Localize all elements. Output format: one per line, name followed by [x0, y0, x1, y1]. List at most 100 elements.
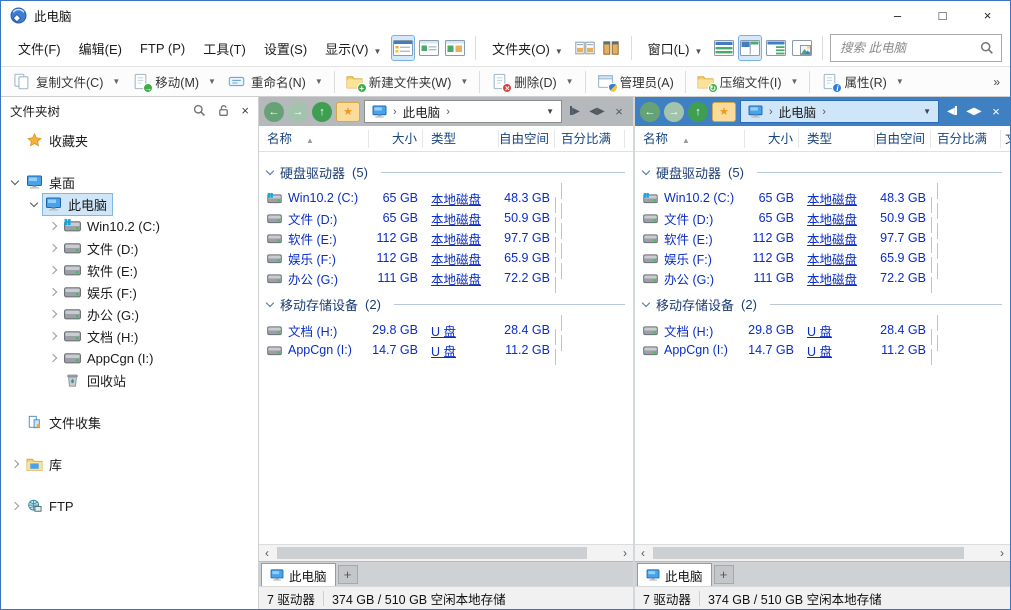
toolbar-window-shield-button[interactable]: 管理员(A) — [591, 69, 680, 94]
view-list-button[interactable] — [391, 35, 415, 61]
toolbar-page-info-button[interactable]: i 属性(R)▼ — [815, 69, 909, 94]
chevron-right-icon[interactable] — [11, 502, 19, 510]
menu-item-3[interactable]: 工具(T) — [194, 34, 255, 63]
tree-item-文件收集[interactable]: 文件收集 — [1, 411, 258, 433]
layout-list-button[interactable] — [764, 35, 788, 61]
chevron-right-icon[interactable] — [49, 222, 57, 230]
tree-pin-icon[interactable] — [217, 104, 230, 117]
menu-window[interactable]: 窗口(L)▼ — [639, 34, 712, 63]
tree-search-icon[interactable] — [193, 104, 206, 117]
tree-item-FTP[interactable]: FTP — [1, 495, 258, 517]
chevron-right-icon[interactable] — [49, 266, 57, 274]
scroll-right-icon[interactable]: › — [994, 546, 1010, 561]
group-header[interactable]: 移动存储设备 (2) — [635, 292, 1010, 316]
pane-activate-icon[interactable]: ◀ — [943, 106, 961, 117]
group-header[interactable]: 硬盘驱动器 (5) — [635, 160, 1010, 184]
minimize-button[interactable]: – — [875, 1, 920, 30]
menu-folder[interactable]: 文件夹(O)▼ — [483, 34, 572, 63]
chevron-right-icon[interactable] — [49, 288, 57, 296]
back-button[interactable]: ← — [640, 102, 660, 122]
up-button[interactable]: ↑ — [688, 102, 708, 122]
breadcrumb-location[interactable]: 此电脑 — [403, 102, 441, 121]
column-name[interactable]: 名称▲ — [259, 130, 369, 148]
chevron-right-icon[interactable] — [49, 332, 57, 340]
chevron-right-icon[interactable] — [49, 354, 57, 362]
menu-item-4[interactable]: 设置(S) — [255, 34, 316, 63]
column-size[interactable]: 大小 — [745, 130, 799, 148]
horizontal-scrollbar[interactable]: ‹ › — [259, 544, 633, 561]
tree-item-AppCgn (I:)[interactable]: AppCgn (I:) — [1, 347, 258, 369]
pane-swap-icon[interactable]: ◀▶ — [588, 106, 606, 117]
chevron-right-icon[interactable] — [11, 460, 19, 468]
new-tab-button[interactable]: + — [338, 565, 358, 584]
tab-this-pc[interactable]: 此电脑 — [637, 563, 712, 586]
scroll-right-icon[interactable]: › — [617, 546, 633, 561]
drive-row[interactable]: 文档 (H:) 29.8 GB U 盘 28.4 GB — [635, 316, 1010, 336]
layout-picture-button[interactable] — [790, 35, 814, 61]
pane-swap-icon[interactable]: ◀▶ — [965, 106, 983, 117]
tree-item-办公 (G:)[interactable]: 办公 (G:) — [1, 303, 258, 325]
toolbar-overflow-icon[interactable]: » — [993, 75, 1004, 89]
breadcrumb-dropdown-icon[interactable]: ▼ — [546, 107, 554, 116]
column-free[interactable]: 自由空间 — [875, 130, 931, 148]
tree-item-文档 (H:)[interactable]: 文档 (H:) — [1, 325, 258, 347]
column-free[interactable]: 自由空间 — [499, 130, 555, 148]
breadcrumb-location[interactable]: 此电脑 — [779, 102, 817, 121]
favorites-button[interactable]: ★ — [712, 102, 736, 122]
tree-item-此电脑[interactable]: 此电脑 — [1, 193, 258, 215]
layout-rows-button[interactable] — [712, 35, 736, 61]
pane-activate-icon[interactable]: ▶ — [566, 106, 584, 117]
tree-close-icon[interactable]: × — [241, 104, 249, 117]
menu-item-0[interactable]: 文件(F) — [9, 34, 70, 63]
chevron-down-icon[interactable] — [11, 176, 19, 184]
back-button[interactable]: ← — [264, 102, 284, 122]
column-name[interactable]: 名称▲ — [635, 130, 745, 148]
breadcrumb-dropdown-icon[interactable]: ▼ — [923, 107, 931, 116]
column-size[interactable]: 大小 — [369, 130, 423, 148]
tree-item-文件 (D:)[interactable]: 文件 (D:) — [1, 237, 258, 259]
view-tiles-button[interactable] — [443, 35, 467, 61]
up-button[interactable]: ↑ — [312, 102, 332, 122]
column-type[interactable]: 类型 — [799, 130, 875, 148]
breadcrumb[interactable]: › 此电脑 › ▼ — [740, 100, 939, 123]
toolbar-page-move-button[interactable]: → 移动(M)▼ — [126, 69, 222, 94]
forward-button[interactable]: → — [288, 102, 308, 122]
breadcrumb[interactable]: › 此电脑 › ▼ — [364, 100, 562, 123]
chevron-right-icon[interactable] — [49, 244, 57, 252]
tree-item-Win10.2 (C:)[interactable]: Win10.2 (C:) — [1, 215, 258, 237]
toolbar-folder-plus-button[interactable]: + 新建文件夹(W)▼ — [340, 69, 475, 94]
pane-close-icon[interactable]: × — [610, 104, 628, 119]
horizontal-scrollbar[interactable]: ‹ › — [635, 544, 1010, 561]
column-percent[interactable]: 百分比满 — [931, 130, 1001, 148]
column-type[interactable]: 类型 — [423, 130, 499, 148]
column-overflow[interactable] — [625, 130, 633, 148]
chevron-right-icon[interactable] — [49, 310, 57, 318]
tree-item-回收站[interactable]: 回收站 — [1, 369, 258, 391]
toolbar-folder-zip-button[interactable]: ↻ 压缩文件(I)▼ — [691, 69, 805, 94]
menu-display[interactable]: 显示(V)▼ — [316, 34, 390, 63]
scrollbar-thumb[interactable] — [653, 547, 964, 559]
tree-item-收藏夹[interactable]: 收藏夹 — [1, 129, 258, 151]
tree-item-桌面[interactable]: 桌面 — [1, 171, 258, 193]
maximize-button[interactable]: □ — [920, 1, 965, 30]
drive-row[interactable]: 文档 (H:) 29.8 GB U 盘 28.4 GB — [259, 316, 633, 336]
new-tab-button[interactable]: + — [714, 565, 734, 584]
toolbar-page-del-button[interactable]: × 删除(D)▼ — [485, 69, 579, 94]
toolbar-rename-button[interactable]: 重命名(N)▼ — [222, 69, 329, 94]
chevron-down-icon[interactable] — [30, 198, 38, 206]
scroll-left-icon[interactable]: ‹ — [635, 546, 651, 561]
column-overflow[interactable]: 文 — [1001, 130, 1010, 148]
drive-row[interactable]: Win10.2 (C:) 65 GB 本地磁盘 48.3 GB — [635, 184, 1010, 204]
layout-columns-button[interactable] — [738, 35, 762, 61]
tab-this-pc[interactable]: 此电脑 — [261, 563, 336, 586]
close-button[interactable]: × — [965, 1, 1010, 30]
column-percent[interactable]: 百分比满 — [555, 130, 625, 148]
scroll-left-icon[interactable]: ‹ — [259, 546, 275, 561]
menu-item-2[interactable]: FTP (P) — [131, 36, 194, 61]
scrollbar-thumb[interactable] — [277, 547, 587, 559]
drive-row[interactable]: Win10.2 (C:) 65 GB 本地磁盘 48.3 GB — [259, 184, 633, 204]
folders-pair-button[interactable] — [573, 35, 597, 61]
menu-item-1[interactable]: 编辑(E) — [70, 34, 131, 63]
group-header[interactable]: 硬盘驱动器 (5) — [259, 160, 633, 184]
forward-button[interactable]: → — [664, 102, 684, 122]
